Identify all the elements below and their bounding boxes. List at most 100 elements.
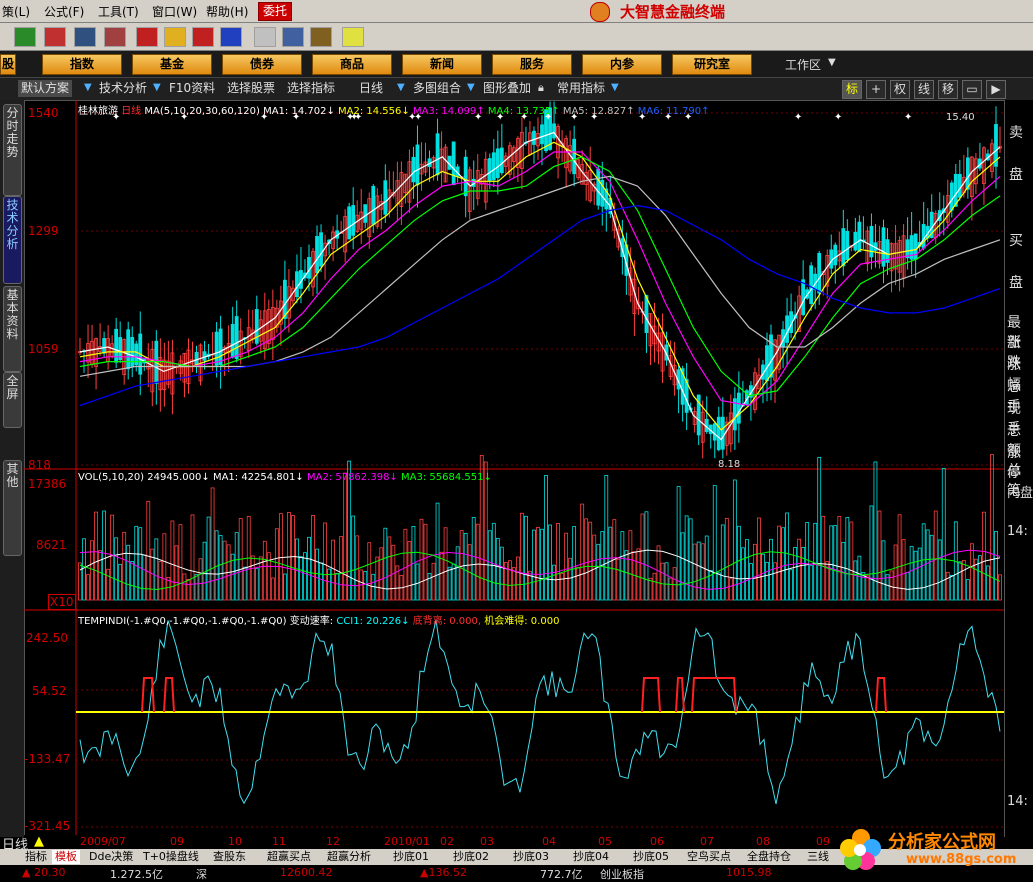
toolbar-books-icon[interactable]	[310, 27, 332, 47]
move-button[interactable]: 移	[938, 80, 958, 99]
tab-multi-chart[interactable]: 多图组合	[410, 80, 464, 97]
dropdown-arrow-icon[interactable]: ▼	[611, 82, 619, 93]
entrust-button[interactable]: 委托	[258, 2, 292, 21]
candle-body	[495, 148, 500, 179]
nav-commodity-button[interactable]: 商品	[312, 54, 392, 75]
signal-marker-icon: ✦	[904, 112, 912, 123]
bottom-tab-bottom04[interactable]: 抄底04	[570, 850, 612, 864]
tab-f10[interactable]: F10资料	[166, 80, 218, 97]
bottom-tab-dde[interactable]: Dde决策	[86, 850, 136, 864]
play-button[interactable]: ▶	[986, 80, 1006, 99]
volume-bar	[102, 510, 107, 601]
nav-index-button[interactable]: 指数	[42, 54, 122, 75]
workzone-dropdown-icon[interactable]: ▼	[828, 57, 836, 68]
bottom-tab-bottom03[interactable]: 抄底03	[510, 850, 552, 864]
tab-default-scheme[interactable]: 默认方案	[18, 80, 73, 97]
candle-body	[234, 316, 239, 360]
rights-button[interactable]: 权	[890, 80, 910, 99]
candle-body	[736, 392, 741, 424]
sidebar-tab-timeshare[interactable]: 分时走势	[3, 104, 22, 196]
signal-marker-icon: ✦	[834, 112, 842, 123]
menu-window[interactable]: 窗口(W)	[152, 3, 197, 20]
toolbar-chart-icon[interactable]	[44, 27, 66, 47]
volume-bar	[282, 573, 287, 601]
dropdown-arrow-icon[interactable]: ▼	[467, 82, 475, 93]
dropdown-arrow-icon[interactable]: ▼	[153, 82, 161, 93]
nav-fund-button[interactable]: 基金	[132, 54, 212, 75]
sidebar-tab-fundamentals[interactable]: 基本资料	[3, 286, 22, 372]
volume-bar	[170, 520, 175, 601]
status-sz-label: 深	[196, 868, 207, 881]
bottom-tab-three-lines[interactable]: 三线	[804, 850, 832, 864]
sidebar-tab-other[interactable]: 其他	[3, 460, 22, 556]
toolbar-market-icon[interactable]	[14, 27, 36, 47]
volume-bar	[552, 564, 556, 601]
help-pointer-icon[interactable]	[342, 27, 364, 47]
bottom-tab-win-analysis[interactable]: 超赢分析	[324, 850, 374, 864]
nav-bond-button[interactable]: 债券	[222, 54, 302, 75]
bottom-tab-template[interactable]: 模板	[52, 850, 80, 864]
volume-bar	[753, 543, 757, 601]
toolbar-blue-circle-icon[interactable]	[220, 27, 242, 47]
volume-bar	[785, 512, 789, 601]
candle-body	[371, 185, 376, 225]
crosshair-button[interactable]: +	[866, 80, 886, 99]
menu-tools[interactable]: 工具(T)	[98, 3, 139, 20]
nav-research-button[interactable]: 研究室	[672, 54, 752, 75]
bottom-tab-kongniao[interactable]: 空鸟买点	[684, 850, 734, 864]
volume-bar	[250, 555, 255, 601]
sidebar-tab-fullscreen[interactable]: 全屏	[3, 372, 22, 428]
line-button[interactable]: 线	[914, 80, 934, 99]
chart-area[interactable]: ✦ ✦ ✦ ✦ ✦ ✦ ✦ ✦ ✦ ✦ ✦ ✦ ✦ ✦ ✦ ✦ ✦ ✦ ✦ ✦ ✦ 桂林旅游 日线 MA(5,10,20…	[24, 100, 1004, 835]
volume-bar	[998, 574, 1002, 601]
toolbar-arrow-icon[interactable]	[104, 27, 126, 47]
bottom-tab-t0[interactable]: T+0操盘线	[140, 850, 202, 864]
workzone-label[interactable]: 工作区	[785, 56, 821, 73]
nav-stock-button[interactable]: 股	[0, 54, 16, 75]
bottom-tab-win-buy[interactable]: 超赢买点	[264, 850, 314, 864]
tab-daily[interactable]: 日线	[356, 80, 386, 97]
bottom-tab-indicator[interactable]: 指标	[22, 850, 50, 864]
volume-bar	[608, 526, 613, 601]
toolbar-red-circle-icon[interactable]	[192, 27, 214, 47]
toolbar-window-icon[interactable]	[282, 27, 304, 47]
nav-news-button[interactable]: 新闻	[402, 54, 482, 75]
tab-select-stock[interactable]: 选择股票	[224, 80, 278, 97]
right-item-time2: 14:	[1007, 794, 1028, 809]
dropdown-arrow-icon[interactable]: ▼	[397, 82, 405, 93]
toolbar-alert-icon[interactable]	[136, 27, 158, 47]
sidebar-tab-technical[interactable]: 技术分析	[3, 196, 22, 284]
tab-common-indicator[interactable]: 常用指标	[554, 80, 608, 97]
divergence-signal	[691, 677, 737, 713]
nav-insider-button[interactable]: 内参	[582, 54, 662, 75]
bottom-tab-bottom02[interactable]: 抄底02	[450, 850, 492, 864]
menu-strategy[interactable]: 策(L)	[2, 3, 30, 20]
bottom-tab-bottom01[interactable]: 抄底01	[390, 850, 432, 864]
volume-bar	[343, 472, 348, 601]
bottom-tab-shareholders[interactable]: 查股东	[210, 850, 249, 864]
dropdown-arrow-icon[interactable]: ▼	[84, 82, 92, 93]
menu-formula[interactable]: 公式(F)	[44, 3, 84, 20]
window-button[interactable]: ▭	[962, 80, 982, 99]
volume-bar	[222, 540, 227, 601]
volume-bar	[491, 522, 496, 601]
vol-value: 24945.000↓	[147, 472, 210, 483]
tab-select-indicator[interactable]: 选择指标	[284, 80, 338, 97]
nav-service-button[interactable]: 服务	[492, 54, 572, 75]
tab-technical-analysis[interactable]: 技术分析	[96, 80, 150, 97]
toolbar-diamond-icon[interactable]	[164, 27, 186, 47]
sub-tab-bar: 默认方案 ▼ 技术分析 ▼ F10资料 选择股票 选择指标 日线 ▼ 多图组合 …	[0, 78, 1033, 101]
ind-tick-242: 242.50	[26, 631, 68, 645]
toolbar-print-icon[interactable]	[254, 27, 276, 47]
mark-button[interactable]: 标	[842, 80, 862, 99]
toolbar-binoculars-icon[interactable]	[74, 27, 96, 47]
lock-icon[interactable]: 🔒︎	[538, 81, 544, 95]
bottom-tab-holdings[interactable]: 全盘持仓	[744, 850, 794, 864]
period-mode-arrow-icon[interactable]: ▲	[34, 834, 44, 849]
tab-overlay[interactable]: 图形叠加	[480, 80, 534, 97]
menu-help[interactable]: 帮助(H)	[206, 3, 248, 20]
ma-line-ma6	[79, 204, 1001, 407]
volume-bar	[270, 577, 275, 601]
volume-bar	[138, 527, 143, 601]
bottom-tab-bottom05[interactable]: 抄底05	[630, 850, 672, 864]
